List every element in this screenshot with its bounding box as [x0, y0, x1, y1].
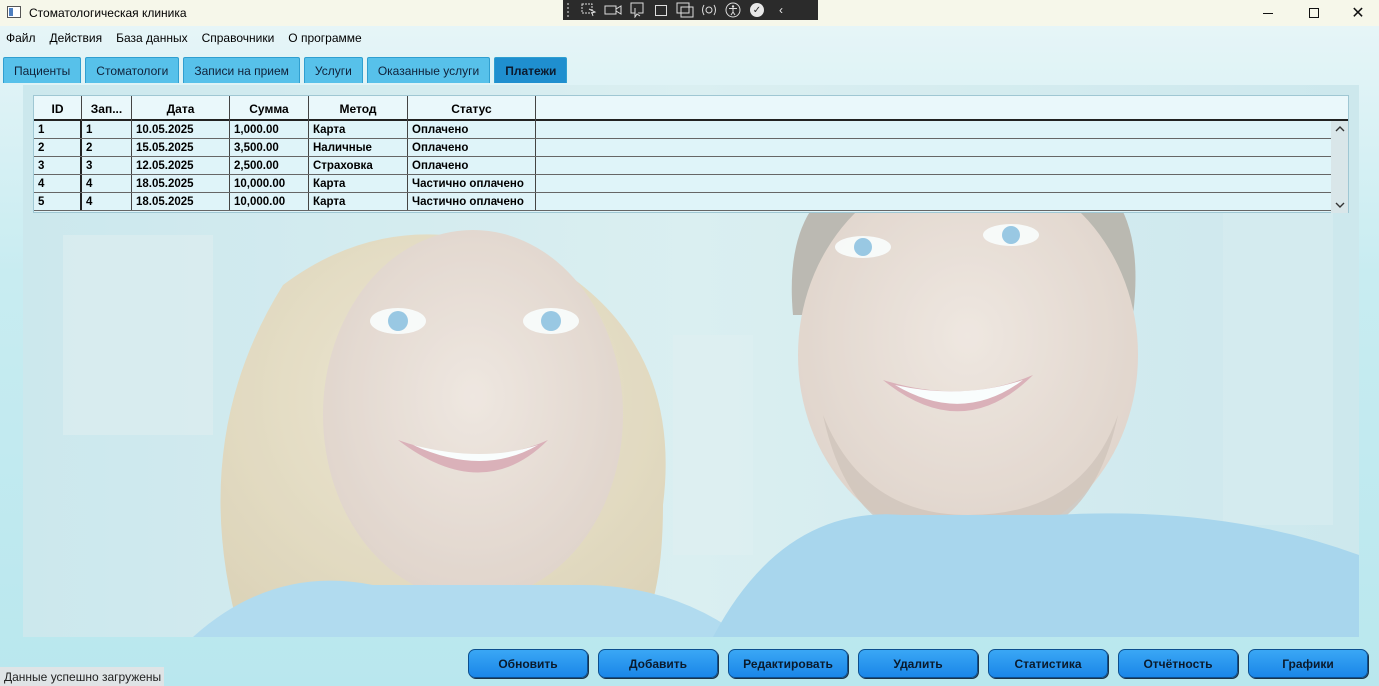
tab-rendered-services[interactable]: Оказанные услуги	[366, 57, 491, 83]
cell-date[interactable]: 18.05.2025	[132, 175, 230, 192]
table-row[interactable]: 5 4 18.05.2025 10,000.00 Карта Частично …	[34, 193, 1332, 211]
menu-references[interactable]: Справочники	[195, 29, 282, 47]
track-focus-icon[interactable]	[673, 0, 697, 20]
edit-button[interactable]: Редактировать	[728, 649, 848, 678]
maximize-button[interactable]	[1291, 0, 1337, 26]
scroll-down-icon[interactable]	[1331, 197, 1348, 213]
cell-method[interactable]: Карта	[309, 175, 408, 192]
binding-failures-icon[interactable]	[697, 0, 721, 20]
column-header-appointment[interactable]: Зап...	[82, 96, 132, 121]
cell-filler	[536, 175, 1332, 192]
cell-method[interactable]: Карта	[309, 193, 408, 210]
tab-strip: Пациенты Стоматологи Записи на прием Усл…	[3, 57, 568, 83]
menu-database[interactable]: База данных	[109, 29, 194, 47]
column-header-status[interactable]: Статус	[408, 96, 536, 121]
action-buttons: Обновить Добавить Редактировать Удалить …	[468, 649, 1368, 678]
grid-header: ID Зап... Дата Сумма Метод Статус	[34, 96, 1332, 121]
cell-id[interactable]: 5	[34, 193, 82, 210]
tab-services[interactable]: Услуги	[303, 57, 363, 83]
column-header-date[interactable]: Дата	[132, 96, 230, 121]
cell-method[interactable]: Наличные	[309, 139, 408, 156]
cell-date[interactable]: 10.05.2025	[132, 121, 230, 138]
cell-id[interactable]: 4	[34, 175, 82, 192]
menu-file[interactable]: Файл	[0, 29, 43, 47]
debug-toolbar: ✓ ‹	[563, 0, 818, 20]
cell-id[interactable]: 2	[34, 139, 82, 156]
select-element-icon[interactable]	[577, 0, 601, 20]
menu-about[interactable]: О программе	[281, 29, 368, 47]
reports-button[interactable]: Отчётность	[1118, 649, 1238, 678]
maximize-icon	[1309, 8, 1319, 18]
delete-button[interactable]: Удалить	[858, 649, 978, 678]
window-title: Стоматологическая клиника	[29, 6, 187, 20]
cell-status[interactable]: Оплачено	[408, 157, 536, 174]
app-window-icon	[7, 6, 21, 18]
cell-status[interactable]: Оплачено	[408, 139, 536, 156]
payments-grid[interactable]: ID Зап... Дата Сумма Метод Статус 1 1 10…	[33, 95, 1349, 213]
cell-method[interactable]: Страховка	[309, 157, 408, 174]
pointer-icon[interactable]	[625, 0, 649, 20]
minimize-icon	[1263, 12, 1273, 14]
cell-appointment[interactable]: 4	[82, 175, 132, 192]
cell-date[interactable]: 18.05.2025	[132, 193, 230, 210]
header-scroll-gap	[1331, 96, 1348, 121]
grip-icon[interactable]	[567, 3, 575, 17]
cell-status[interactable]: Оплачено	[408, 121, 536, 138]
cell-amount[interactable]: 10,000.00	[230, 175, 309, 192]
cell-amount[interactable]: 1,000.00	[230, 121, 309, 138]
table-row[interactable]: 2 2 15.05.2025 3,500.00 Наличные Оплачен…	[34, 139, 1332, 157]
cell-status[interactable]: Частично оплачено	[408, 193, 536, 210]
scroll-up-icon[interactable]	[1331, 121, 1348, 137]
collapse-icon[interactable]: ‹	[769, 0, 793, 20]
refresh-button[interactable]: Обновить	[468, 649, 588, 678]
cell-method[interactable]: Карта	[309, 121, 408, 138]
tab-dentists[interactable]: Стоматологи	[85, 57, 180, 83]
layout-adorner-icon[interactable]	[649, 0, 673, 20]
cell-amount[interactable]: 10,000.00	[230, 193, 309, 210]
cell-appointment[interactable]: 1	[82, 121, 132, 138]
cell-filler	[536, 139, 1332, 156]
charts-button[interactable]: Графики	[1248, 649, 1368, 678]
cell-date[interactable]: 15.05.2025	[132, 139, 230, 156]
column-header-amount[interactable]: Сумма	[230, 96, 309, 121]
cell-id[interactable]: 3	[34, 157, 82, 174]
tab-patients[interactable]: Пациенты	[3, 57, 82, 83]
grid-body: 1 1 10.05.2025 1,000.00 Карта Оплачено 2…	[34, 121, 1332, 211]
close-button[interactable]: ✕	[1335, 0, 1379, 26]
cell-id[interactable]: 1	[34, 121, 82, 138]
cell-filler	[536, 193, 1332, 210]
video-icon[interactable]	[601, 0, 625, 20]
cell-appointment[interactable]: 4	[82, 193, 132, 210]
menu-actions[interactable]: Действия	[43, 29, 110, 47]
cell-date[interactable]: 12.05.2025	[132, 157, 230, 174]
tab-payments[interactable]: Платежи	[494, 57, 568, 83]
menu-bar: Файл Действия База данных Справочники О …	[0, 29, 369, 47]
cell-appointment[interactable]: 2	[82, 139, 132, 156]
cell-amount[interactable]: 2,500.00	[230, 157, 309, 174]
column-header-filler	[536, 96, 1332, 121]
table-row[interactable]: 4 4 18.05.2025 10,000.00 Карта Частично …	[34, 175, 1332, 193]
table-row[interactable]: 3 3 12.05.2025 2,500.00 Страховка Оплаче…	[34, 157, 1332, 175]
cell-appointment[interactable]: 3	[82, 157, 132, 174]
tab-appointments[interactable]: Записи на прием	[183, 57, 300, 83]
cell-filler	[536, 157, 1332, 174]
check-icon[interactable]: ✓	[745, 0, 769, 20]
status-bar: Данные успешно загружены	[0, 667, 164, 686]
statistics-button[interactable]: Статистика	[988, 649, 1108, 678]
column-header-id[interactable]: ID	[34, 96, 82, 121]
grid-vertical-scrollbar[interactable]	[1331, 121, 1348, 213]
close-icon: ✕	[1351, 5, 1365, 22]
accessibility-icon[interactable]	[721, 0, 745, 20]
table-row[interactable]: 1 1 10.05.2025 1,000.00 Карта Оплачено	[34, 121, 1332, 139]
cell-amount[interactable]: 3,500.00	[230, 139, 309, 156]
minimize-button[interactable]	[1245, 0, 1291, 26]
cell-status[interactable]: Частично оплачено	[408, 175, 536, 192]
add-button[interactable]: Добавить	[598, 649, 718, 678]
cell-filler	[536, 121, 1332, 138]
column-header-method[interactable]: Метод	[309, 96, 408, 121]
